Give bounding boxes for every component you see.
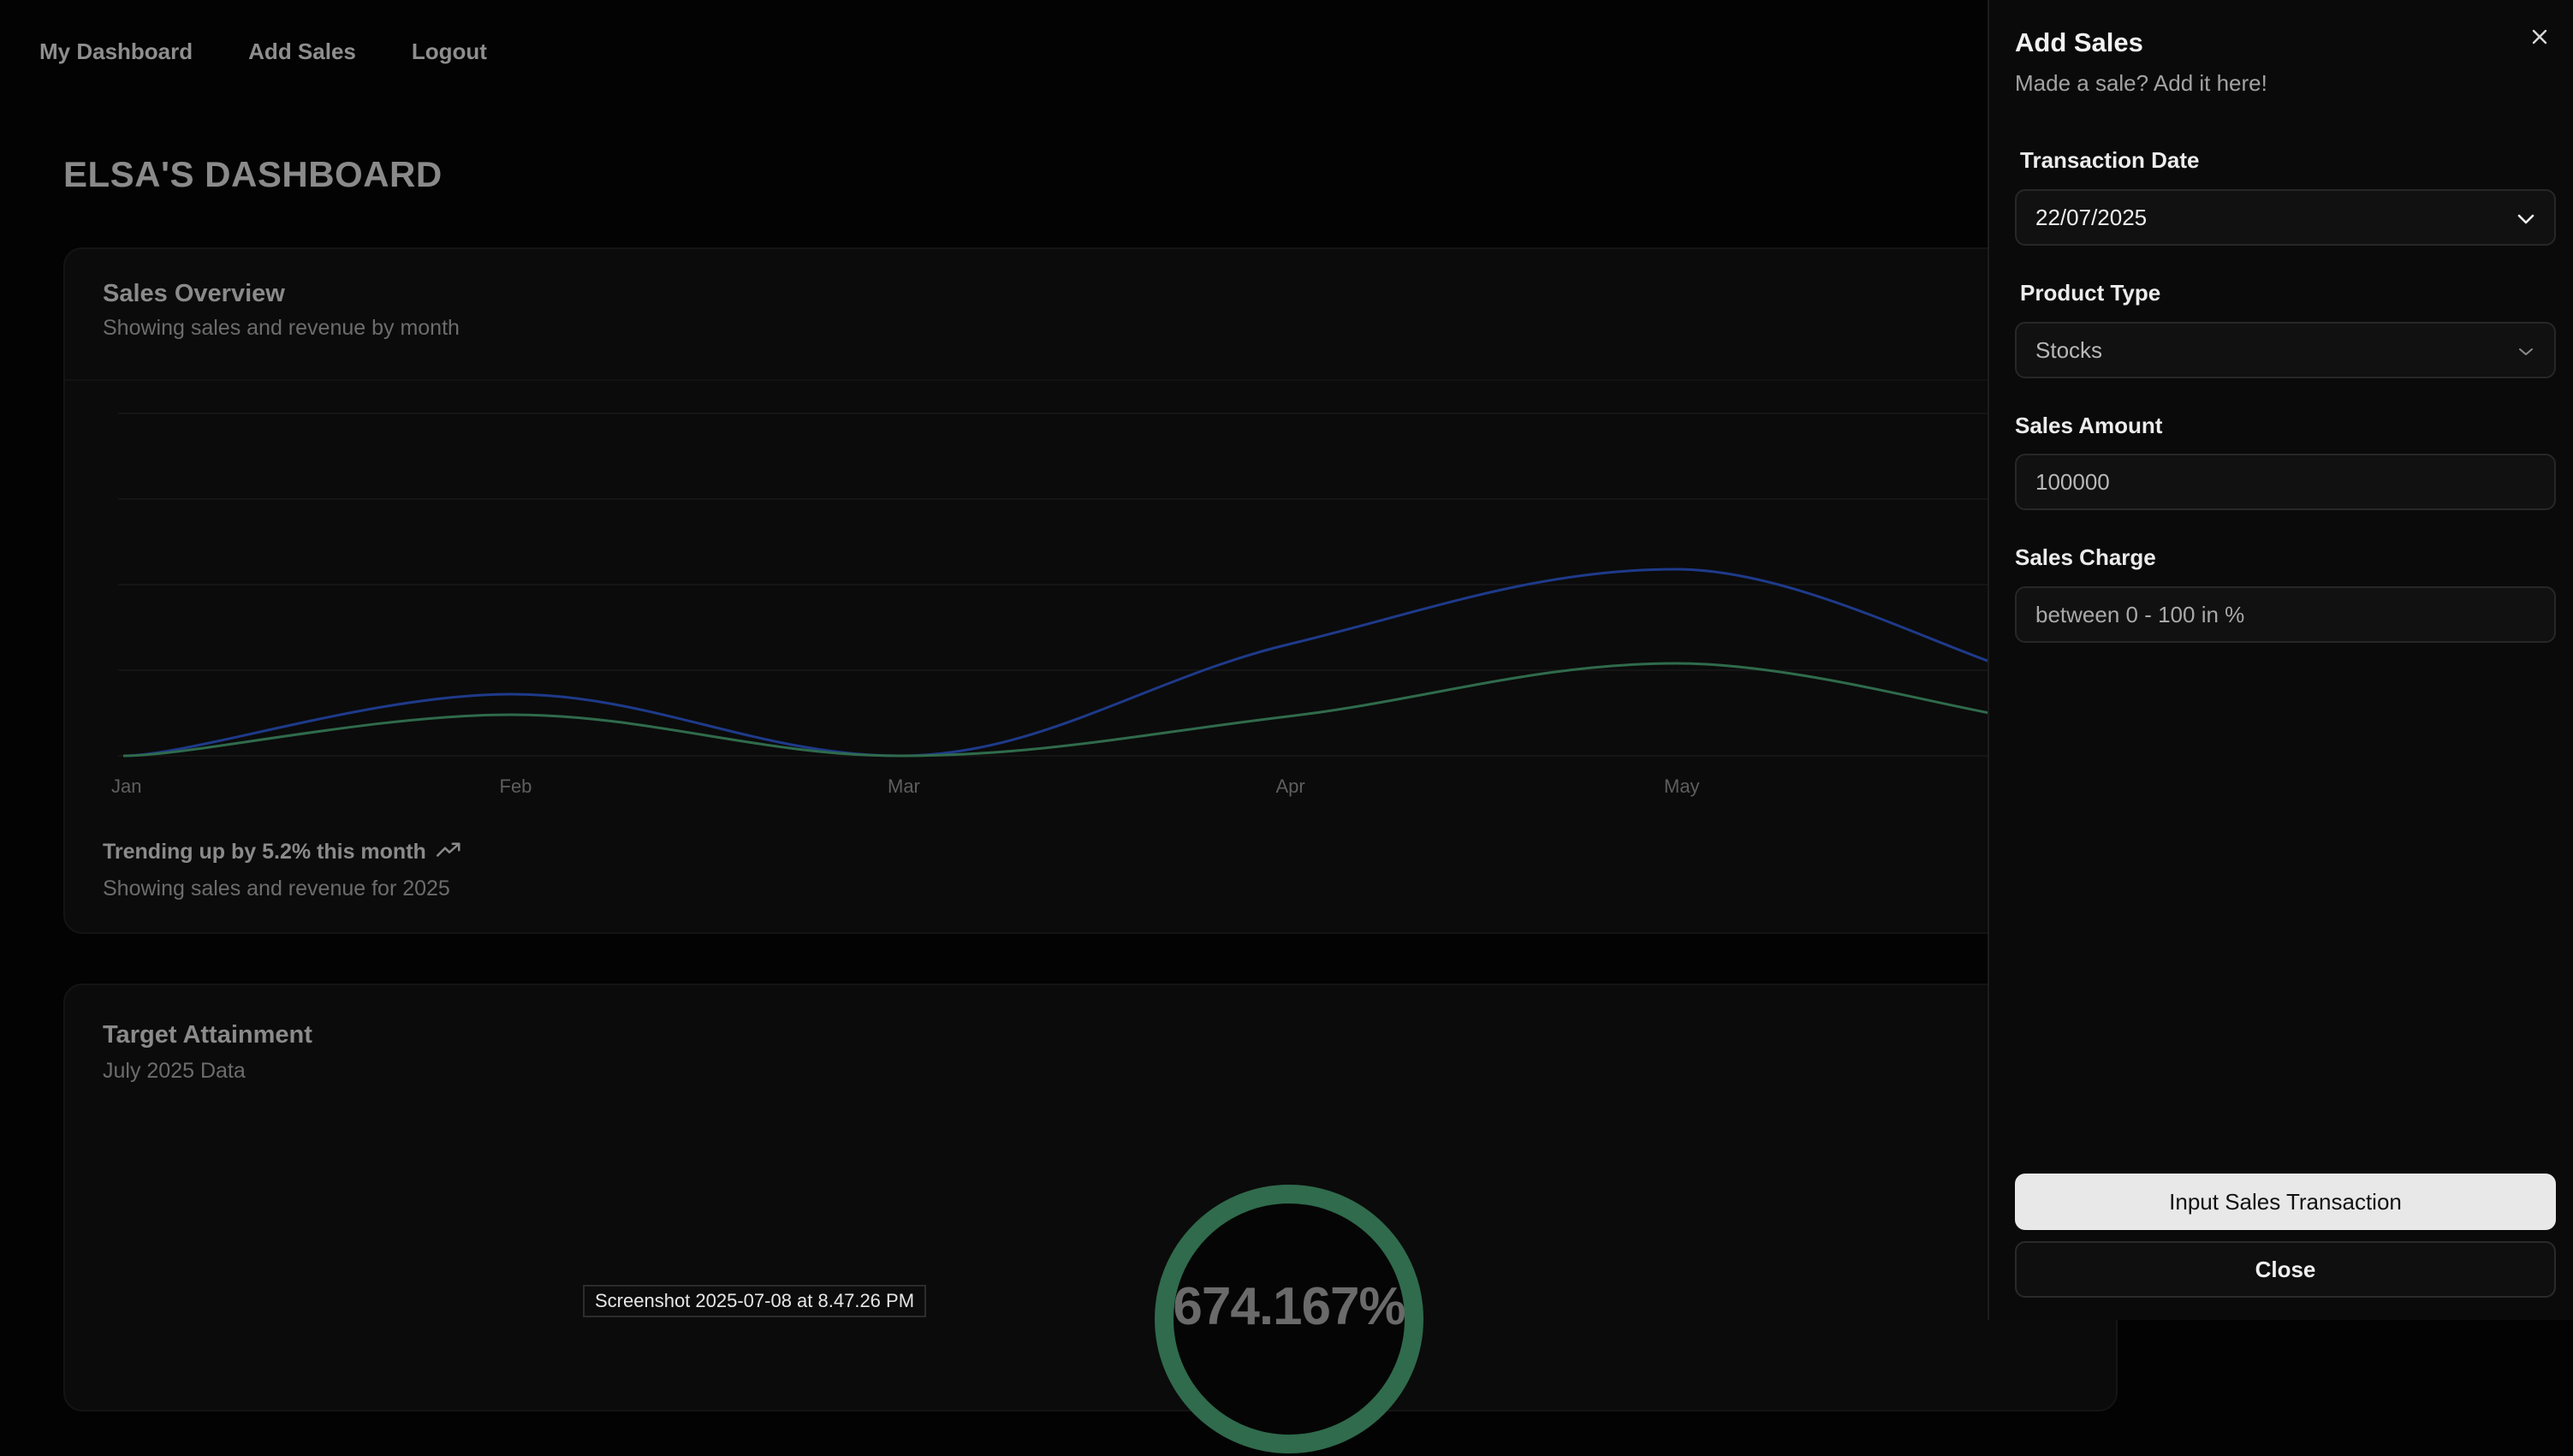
x-tick-label: Jan [111, 776, 141, 797]
nav-my-dashboard[interactable]: My Dashboard [39, 39, 193, 65]
target-attainment-title: Target Attainment [103, 1021, 312, 1049]
top-nav: My Dashboard Add Sales Logout [39, 33, 487, 70]
product-type-label: Product Type [2020, 280, 2161, 306]
nav-logout[interactable]: Logout [412, 39, 487, 65]
chevron-down-icon [2517, 337, 2535, 364]
transaction-date-label: Transaction Date [2020, 147, 2200, 173]
sales-overview-card: Sales Overview Showing sales and revenue… [63, 247, 2119, 934]
input-sales-transaction-button[interactable]: Input Sales Transaction [2015, 1174, 2556, 1230]
x-tick-label: Feb [500, 776, 532, 797]
trend-footer: Showing sales and revenue for 2025 [103, 877, 450, 900]
trend-text: Trending up by 5.2% this month [103, 840, 426, 864]
sales-amount-input[interactable] [2015, 454, 2556, 510]
chart-series-line-1 [122, 568, 2065, 758]
product-type-select[interactable]: Stocks [2015, 322, 2556, 378]
nav-add-sales[interactable]: Add Sales [248, 39, 356, 65]
transaction-date-value: 22/07/2025 [2035, 204, 2148, 230]
chart-series-line-2 [122, 662, 2065, 758]
sales-charge-label: Sales Charge [2015, 544, 2156, 570]
x-tick-label: Apr [1276, 776, 1305, 797]
chevron-down-icon [2517, 205, 2535, 231]
screenshot-filename-label: Screenshot 2025-07-08 at 8.47.26 PM [583, 1285, 927, 1317]
target-attainment-subtitle: July 2025 Data [103, 1059, 246, 1083]
transaction-date-picker[interactable]: 22/07/2025 [2015, 189, 2556, 246]
target-attainment-card: Target Attainment July 2025 Data 674.167… [63, 984, 2118, 1453]
close-icon[interactable] [2525, 22, 2554, 51]
close-button[interactable]: Close [2015, 1241, 2556, 1298]
sales-charge-input[interactable] [2015, 586, 2556, 643]
product-type-value: Stocks [2035, 336, 2103, 363]
page-title: ELSA'S DASHBOARD [63, 154, 443, 194]
trend-summary: Trending up by 5.2% this month [103, 840, 462, 865]
x-tick-label: May [1664, 776, 1700, 797]
add-sales-drawer: Add Sales Made a sale? Add it here! Tran… [1988, 0, 2573, 1320]
trending-up-icon [436, 840, 462, 865]
x-tick-label: Mar [888, 776, 920, 797]
drawer-subtitle: Made a sale? Add it here! [2015, 70, 2267, 96]
sales-amount-label: Sales Amount [2015, 413, 2163, 438]
drawer-title: Add Sales [2015, 27, 2143, 57]
sales-line-chart: Jan Feb Mar Apr May [111, 413, 2119, 797]
target-gauge-value: 674.167% [1173, 1277, 1405, 1336]
